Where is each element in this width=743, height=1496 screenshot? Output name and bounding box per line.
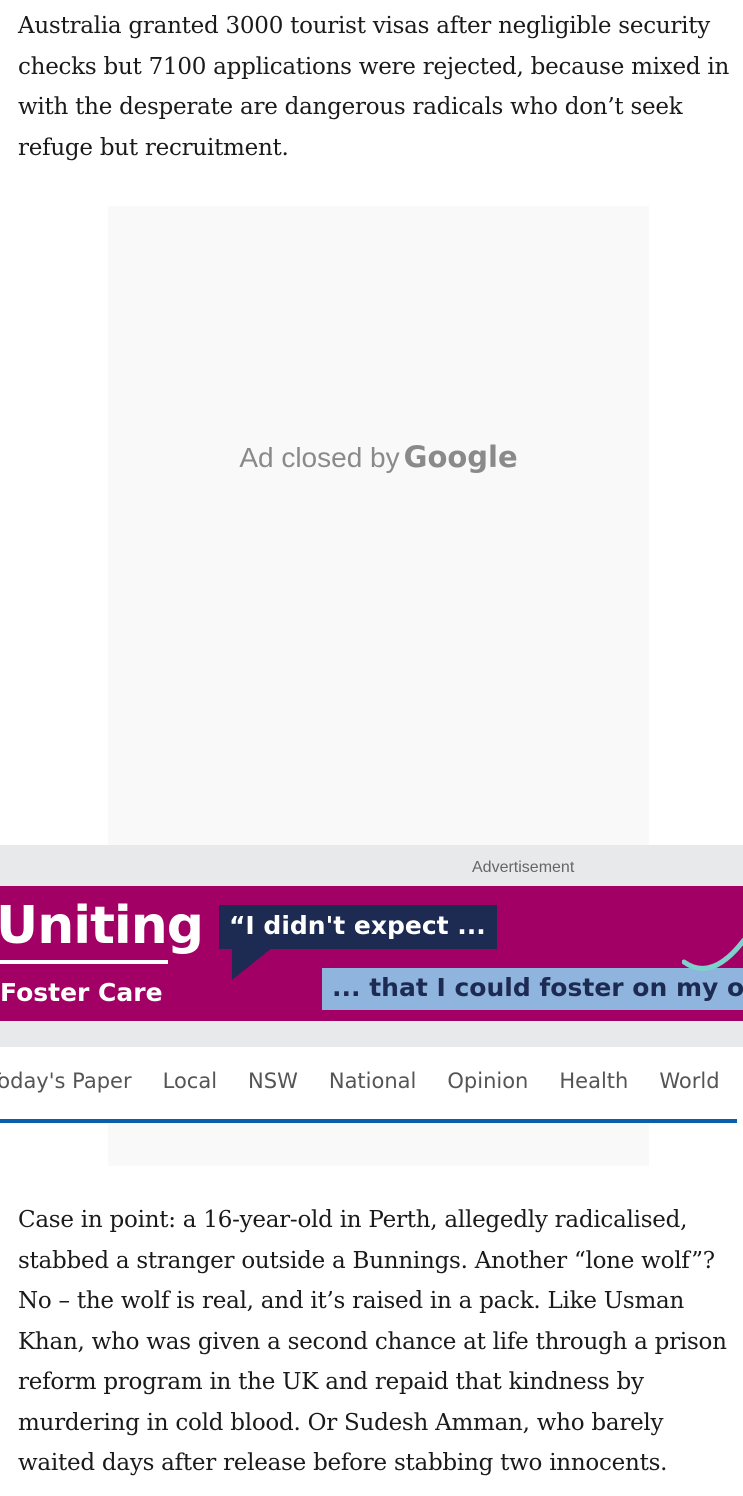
ad-banner[interactable]: Uniting Foster Care “I didn't expect ...… [0, 886, 743, 1021]
quote-bubble: “I didn't expect ... [219, 905, 497, 949]
section-nav: Today's Paper Local NSW National Opinion Heal… [0, 1047, 743, 1123]
nav-item-health[interactable]: Health [559, 1069, 628, 1093]
brand-logo-subtext: Foster Care [0, 978, 163, 1007]
quote-text: “I didn't expect ... [229, 911, 486, 940]
nav-item-local[interactable]: Local [163, 1069, 217, 1093]
advertisement-label: Advertisement [472, 859, 575, 876]
sticky-advertisement: Advertisement Uniting Foster Care “I did… [0, 845, 743, 1047]
nav-item-national[interactable]: National [329, 1069, 417, 1093]
google-logo: Google [403, 440, 518, 474]
nav-item-opinion[interactable]: Opinion [447, 1069, 528, 1093]
ad-closed-text: Ad closed by [239, 442, 400, 473]
section-nav-items: Today's Paper Local NSW National Opinion Heal… [0, 1069, 743, 1093]
speech-bubble-tail [232, 948, 272, 980]
nav-item-world[interactable]: World [659, 1069, 719, 1093]
brand-logo-underline [0, 960, 168, 964]
decorative-curve-icon [682, 937, 743, 971]
article-paragraph: Case in point: a 16-year-old in Perth, a… [18, 1207, 727, 1476]
ad-closed-message: Ad closed by Google [108, 440, 649, 474]
brand-logo-text: Uniting [0, 896, 204, 956]
nav-item-today-s-paper[interactable]: Today's Paper [0, 1069, 132, 1093]
subline-box: ... that I could foster on my own [322, 968, 743, 1010]
section-nav-underline [0, 1119, 737, 1123]
article-paragraph: Australia granted 3000 tourist visas aft… [18, 13, 730, 161]
nav-item-nsw[interactable]: NSW [248, 1069, 298, 1093]
